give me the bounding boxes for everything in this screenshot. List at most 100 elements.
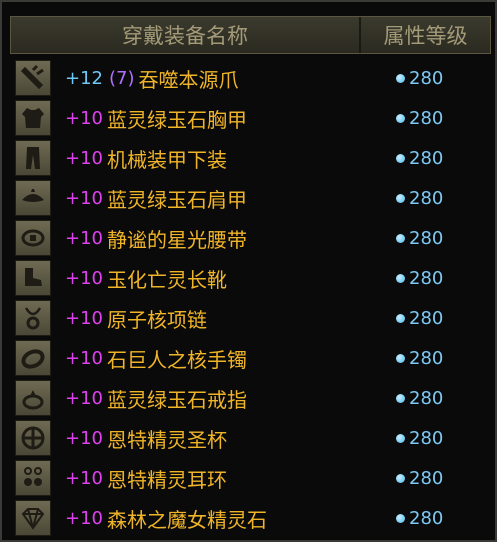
enhance-level: +12	[65, 67, 103, 89]
equipment-row-shoulder[interactable]: +10 蓝灵绿玉石肩甲 280	[15, 178, 491, 218]
level-value: 280	[409, 467, 444, 489]
attribute-level: 280	[396, 108, 443, 129]
belt-icon[interactable]	[15, 220, 51, 256]
necklace-icon[interactable]	[15, 300, 51, 336]
gem-stone-icon[interactable]	[15, 500, 51, 536]
item-label: +10 恩特精灵耳环	[65, 464, 365, 493]
level-orb-icon	[396, 273, 405, 283]
level-value: 280	[409, 347, 444, 369]
level-value: 280	[409, 227, 444, 249]
level-value: 280	[409, 107, 444, 129]
item-label: +10 玉化亡灵长靴	[65, 264, 365, 293]
item-name: 蓝灵绿玉石肩甲	[107, 187, 247, 212]
equipment-row-boots[interactable]: +10 玉化亡灵长靴 280	[15, 258, 491, 298]
item-name: 吞噬本源爪	[138, 67, 239, 92]
equipment-row-belt[interactable]: +10 静谧的星光腰带 280	[15, 218, 491, 258]
header-item-name: 穿戴装备名称	[11, 17, 361, 53]
enhance-level: +10	[65, 347, 103, 369]
attribute-level: 280	[396, 68, 443, 89]
level-orb-icon	[396, 473, 405, 483]
enhance-level: +10	[65, 427, 103, 449]
amplify-level: (7)	[109, 67, 135, 89]
level-orb-icon	[396, 313, 405, 323]
attribute-level: 280	[396, 428, 443, 449]
table-header: 穿戴装备名称 属性等级	[10, 16, 491, 54]
pants-icon[interactable]	[15, 140, 51, 176]
equipment-row-ring[interactable]: +10 蓝灵绿玉石戒指 280	[15, 378, 491, 418]
equipment-row-cup[interactable]: +10 恩特精灵圣杯 280	[15, 418, 491, 458]
boots-icon[interactable]	[15, 260, 51, 296]
level-orb-icon	[396, 153, 405, 163]
equipment-row-earring[interactable]: +10 恩特精灵耳环 280	[15, 458, 491, 498]
item-name: 静谧的星光腰带	[107, 227, 247, 252]
attribute-level: 280	[396, 148, 443, 169]
equipment-row-stone[interactable]: +10 森林之魔女精灵石 280	[15, 498, 491, 538]
attribute-level: 280	[396, 508, 443, 529]
equipment-row-weapon[interactable]: +12 (7) 吞噬本源爪 280	[15, 58, 491, 98]
bracelet-icon[interactable]	[15, 340, 51, 376]
level-orb-icon	[396, 193, 405, 203]
attribute-level: 280	[396, 348, 443, 369]
level-value: 280	[409, 267, 444, 289]
attribute-level: 280	[396, 268, 443, 289]
enhance-level: +10	[65, 227, 103, 249]
item-label: +10 恩特精灵圣杯	[65, 424, 365, 453]
item-label: +10 蓝灵绿玉石肩甲	[65, 184, 365, 213]
item-label: +10 原子核项链	[65, 304, 365, 333]
level-orb-icon	[396, 233, 405, 243]
weapon-claw-icon[interactable]	[15, 60, 51, 96]
level-value: 280	[409, 507, 444, 529]
level-value: 280	[409, 307, 444, 329]
enhance-level: +10	[65, 107, 103, 129]
enhance-level: +10	[65, 267, 103, 289]
item-label: +12 (7) 吞噬本源爪	[65, 64, 365, 93]
equipment-row-pants[interactable]: +10 机械装甲下装 280	[15, 138, 491, 178]
header-attribute-level: 属性等级	[383, 24, 468, 48]
level-value: 280	[409, 187, 444, 209]
attribute-level: 280	[396, 188, 443, 209]
item-label: +10 机械装甲下装	[65, 144, 365, 173]
item-name: 玉化亡灵长靴	[107, 267, 227, 292]
equipment-row-necklace[interactable]: +10 原子核项链 280	[15, 298, 491, 338]
shoulder-icon[interactable]	[15, 180, 51, 216]
enhance-level: +10	[65, 307, 103, 329]
equipment-row-bracelet[interactable]: +10 石巨人之核手镯 280	[15, 338, 491, 378]
level-value: 280	[409, 67, 444, 89]
equipment-panel: 穿戴装备名称 属性等级 +12 (7) 吞噬本源爪 280 +10 蓝灵绿玉石胸…	[0, 0, 497, 542]
level-orb-icon	[396, 393, 405, 403]
item-name: 蓝灵绿玉石胸甲	[107, 107, 247, 132]
chest-armor-icon[interactable]	[15, 100, 51, 136]
item-label: +10 蓝灵绿玉石戒指	[65, 384, 365, 413]
level-value: 280	[409, 147, 444, 169]
attribute-level: 280	[396, 388, 443, 409]
level-orb-icon	[396, 513, 405, 523]
enhance-level: +10	[65, 147, 103, 169]
attribute-level: 280	[396, 468, 443, 489]
level-value: 280	[409, 427, 444, 449]
item-label: +10 静谧的星光腰带	[65, 224, 365, 253]
item-name: 蓝灵绿玉石戒指	[107, 387, 247, 412]
level-value: 280	[409, 387, 444, 409]
item-label: +10 石巨人之核手镯	[65, 344, 365, 373]
item-name: 森林之魔女精灵石	[107, 507, 267, 532]
item-label: +10 蓝灵绿玉石胸甲	[65, 104, 365, 133]
enhance-level: +10	[65, 387, 103, 409]
earring-icon[interactable]	[15, 460, 51, 496]
item-name: 机械装甲下装	[107, 147, 227, 172]
level-orb-icon	[396, 433, 405, 443]
level-orb-icon	[396, 73, 405, 83]
equipment-row-chest[interactable]: +10 蓝灵绿玉石胸甲 280	[15, 98, 491, 138]
item-name: 原子核项链	[107, 307, 207, 332]
enhance-level: +10	[65, 467, 103, 489]
item-name: 恩特精灵圣杯	[107, 427, 227, 452]
equipment-list: +12 (7) 吞噬本源爪 280 +10 蓝灵绿玉石胸甲 280 +10 机械…	[15, 58, 491, 538]
attribute-level: 280	[396, 228, 443, 249]
level-orb-icon	[396, 113, 405, 123]
ring-icon[interactable]	[15, 380, 51, 416]
item-name: 石巨人之核手镯	[107, 347, 247, 372]
cup-icon[interactable]	[15, 420, 51, 456]
item-name: 恩特精灵耳环	[107, 467, 227, 492]
enhance-level: +10	[65, 507, 103, 529]
item-label: +10 森林之魔女精灵石	[65, 504, 365, 533]
enhance-level: +10	[65, 187, 103, 209]
